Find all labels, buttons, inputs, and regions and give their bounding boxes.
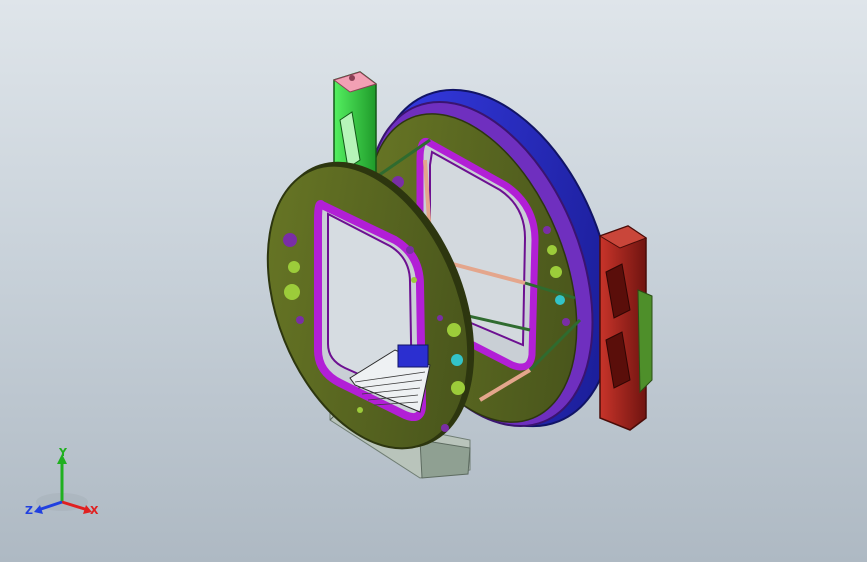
coordinate-triad: Y X Z xyxy=(25,446,99,517)
assembly-model[interactable] xyxy=(0,0,867,562)
z-axis-label: Z xyxy=(25,504,33,517)
cad-viewport[interactable]: Y X Z xyxy=(0,0,867,562)
right-support-bracket xyxy=(598,225,653,431)
x-axis-label: X xyxy=(90,504,99,517)
y-axis-label: Y xyxy=(58,446,68,459)
